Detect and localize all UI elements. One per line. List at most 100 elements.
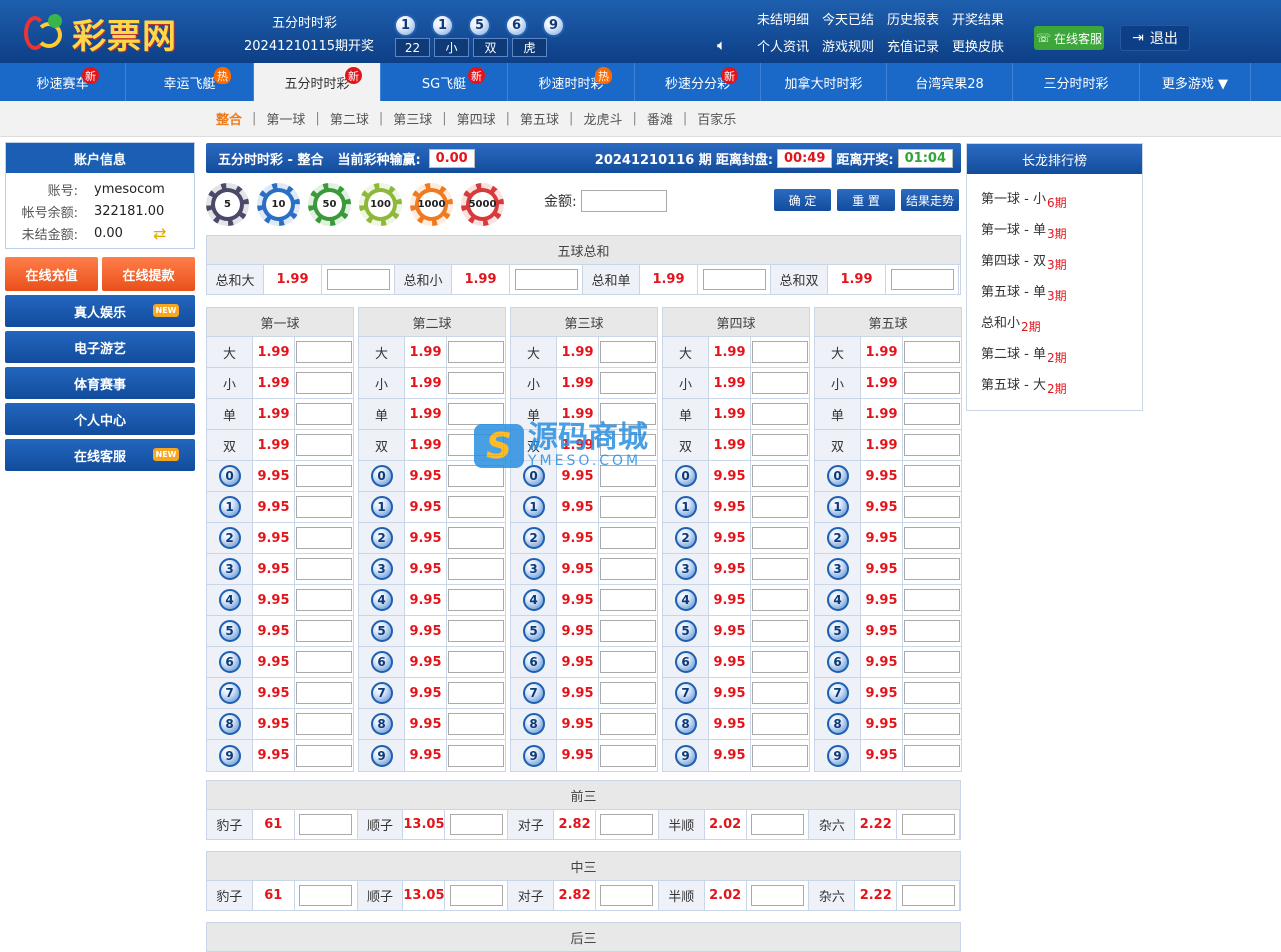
- nav-tab[interactable]: 三分时时彩: [1013, 63, 1140, 101]
- bet-amount-input[interactable]: [904, 372, 960, 394]
- bet-amount-input[interactable]: [448, 651, 504, 673]
- bet-amount-input[interactable]: [752, 620, 808, 642]
- bet-amount-input[interactable]: [448, 496, 504, 518]
- bet-amount-input[interactable]: [901, 814, 955, 835]
- bet-amount-input[interactable]: [702, 269, 766, 290]
- bet-amount-input[interactable]: [448, 341, 504, 363]
- nav-tab[interactable]: 幸运飞艇热: [126, 63, 254, 101]
- bet-amount-input[interactable]: [600, 527, 656, 549]
- withdraw-button[interactable]: 在线提款: [102, 257, 195, 291]
- speaker-icon[interactable]: 🔈︎: [717, 36, 735, 54]
- link-draw-results[interactable]: 开奖结果: [952, 9, 1004, 28]
- link-change-skin[interactable]: 更换皮肤: [952, 36, 1004, 55]
- link-profile[interactable]: 个人资讯: [757, 36, 809, 55]
- trend-button[interactable]: 结果走势: [901, 189, 959, 211]
- subnav-link[interactable]: 第四球: [457, 109, 496, 128]
- bet-amount-input[interactable]: [752, 527, 808, 549]
- bet-amount-input[interactable]: [296, 434, 352, 456]
- link-recharge-records[interactable]: 充值记录: [887, 36, 939, 55]
- bet-amount-input[interactable]: [600, 372, 656, 394]
- bet-amount-input[interactable]: [904, 434, 960, 456]
- side-menu-item[interactable]: 体育赛事: [5, 367, 195, 399]
- bet-amount-input[interactable]: [752, 372, 808, 394]
- bet-amount-input[interactable]: [448, 589, 504, 611]
- bet-amount-input[interactable]: [448, 713, 504, 735]
- bet-amount-input[interactable]: [904, 589, 960, 611]
- bet-amount-input[interactable]: [752, 558, 808, 580]
- nav-tab[interactable]: 加拿大时时彩: [761, 63, 887, 101]
- bet-amount-input[interactable]: [299, 814, 353, 835]
- bet-amount-input[interactable]: [904, 713, 960, 735]
- reset-button[interactable]: 重 置: [837, 189, 895, 211]
- bet-amount-input[interactable]: [752, 744, 808, 767]
- bet-amount-input[interactable]: [449, 885, 503, 906]
- bet-amount-input[interactable]: [752, 496, 808, 518]
- bet-amount-input[interactable]: [296, 341, 352, 363]
- subnav-link[interactable]: 番滩: [647, 109, 673, 128]
- bet-amount-input[interactable]: [904, 496, 960, 518]
- nav-tab[interactable]: 秒速分分彩新: [635, 63, 761, 101]
- bet-amount-input[interactable]: [600, 496, 656, 518]
- bet-amount-input[interactable]: [752, 682, 808, 704]
- chip-1000[interactable]: 1000: [410, 183, 453, 226]
- refresh-icon[interactable]: ⇄: [153, 224, 166, 243]
- bet-amount-input[interactable]: [751, 814, 805, 835]
- link-unsettled[interactable]: 未结明细: [757, 9, 809, 28]
- chip-50[interactable]: 50: [308, 183, 351, 226]
- nav-tab[interactable]: 更多游戏 ▼: [1140, 63, 1251, 101]
- bet-amount-input[interactable]: [600, 814, 654, 835]
- bet-amount-input[interactable]: [296, 713, 352, 735]
- bet-amount-input[interactable]: [600, 620, 656, 642]
- bet-amount-input[interactable]: [600, 744, 656, 767]
- bet-amount-input[interactable]: [904, 620, 960, 642]
- logout-button[interactable]: ⇥ 退出: [1120, 25, 1190, 51]
- site-logo[interactable]: 彩票网: [20, 8, 205, 58]
- bet-amount-input[interactable]: [296, 527, 352, 549]
- bet-amount-input[interactable]: [296, 465, 352, 487]
- bet-amount-input[interactable]: [600, 713, 656, 735]
- bet-amount-input[interactable]: [904, 341, 960, 363]
- bet-amount-input[interactable]: [600, 651, 656, 673]
- subnav-link[interactable]: 第一球: [266, 109, 305, 128]
- bet-amount-input[interactable]: [296, 558, 352, 580]
- bet-amount-input[interactable]: [904, 465, 960, 487]
- bet-amount-input[interactable]: [299, 885, 353, 906]
- side-menu-item[interactable]: 真人娱乐 NEW: [5, 295, 195, 327]
- chip-5000[interactable]: 5000: [461, 183, 504, 226]
- bet-amount-input[interactable]: [448, 682, 504, 704]
- subnav-link[interactable]: 第二球: [330, 109, 369, 128]
- subnav-link[interactable]: 整合: [216, 109, 242, 128]
- bet-amount-input[interactable]: [600, 885, 654, 906]
- subnav-link[interactable]: 第五球: [520, 109, 559, 128]
- bet-amount-input[interactable]: [449, 814, 503, 835]
- bet-amount-input[interactable]: [752, 589, 808, 611]
- bet-amount-input[interactable]: [448, 403, 504, 425]
- subnav-link[interactable]: 百家乐: [697, 109, 736, 128]
- customer-service-button[interactable]: ☏ 在线客服: [1034, 26, 1104, 50]
- bet-amount-input[interactable]: [752, 465, 808, 487]
- bet-amount-input[interactable]: [296, 372, 352, 394]
- chip-10[interactable]: 10: [257, 183, 300, 226]
- bet-amount-input[interactable]: [752, 651, 808, 673]
- bet-amount-input[interactable]: [752, 403, 808, 425]
- bet-amount-input[interactable]: [751, 885, 805, 906]
- link-history-report[interactable]: 历史报表: [887, 9, 939, 28]
- nav-tab[interactable]: 秒速时时彩热: [508, 63, 635, 101]
- side-menu-item[interactable]: 个人中心: [5, 403, 195, 435]
- amount-input[interactable]: [580, 190, 667, 212]
- nav-tab[interactable]: SG飞艇新: [381, 63, 508, 101]
- nav-tab[interactable]: 五分时时彩新: [254, 63, 381, 101]
- bet-amount-input[interactable]: [296, 682, 352, 704]
- bet-amount-input[interactable]: [448, 620, 504, 642]
- bet-amount-input[interactable]: [752, 341, 808, 363]
- bet-amount-input[interactable]: [296, 403, 352, 425]
- recharge-button[interactable]: 在线充值: [5, 257, 98, 291]
- confirm-button[interactable]: 确 定: [774, 189, 831, 211]
- bet-amount-input[interactable]: [904, 527, 960, 549]
- bet-amount-input[interactable]: [904, 651, 960, 673]
- bet-amount-input[interactable]: [752, 434, 808, 456]
- bet-amount-input[interactable]: [890, 269, 954, 290]
- bet-amount-input[interactable]: [904, 682, 960, 704]
- link-settled-today[interactable]: 今天已结: [822, 9, 874, 28]
- side-menu-item[interactable]: 电子游艺: [5, 331, 195, 363]
